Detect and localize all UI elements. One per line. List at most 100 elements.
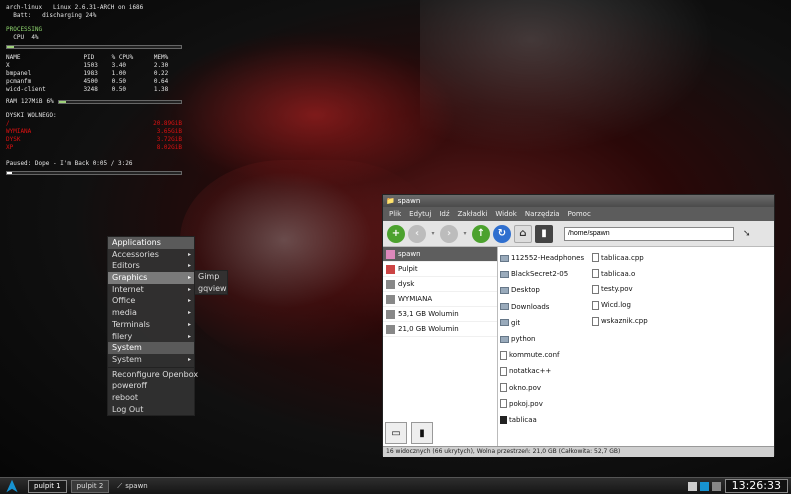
new-tab-icon[interactable]: +	[387, 224, 405, 243]
process-cpu: 0.50	[111, 86, 127, 93]
menubar-item[interactable]: Plik	[389, 210, 401, 218]
task-spawn[interactable]: ⟋ spawn	[113, 480, 673, 493]
file-item[interactable]: kommute.conf	[500, 347, 586, 363]
menubar-item[interactable]: Narzędzia	[525, 210, 560, 218]
cpu-line: CPU 4%	[6, 34, 182, 42]
menu-item[interactable]: media ▸	[108, 307, 194, 319]
back-icon[interactable]: ‹	[408, 224, 426, 243]
file-name: BlackSecret2-05	[511, 270, 569, 279]
menu-item[interactable]: reboot	[108, 392, 194, 404]
place-item[interactable]: WYMIANA	[383, 292, 497, 307]
menubar-item[interactable]: Idź	[439, 210, 449, 218]
menu-item[interactable]: filery ▸	[108, 331, 194, 343]
process-pid: 4500	[83, 78, 98, 85]
tray-battery-icon[interactable]	[711, 481, 721, 491]
forward-dropdown-icon[interactable]: ▾	[461, 230, 469, 237]
file-item[interactable]: git	[500, 315, 586, 331]
file-item[interactable]: python	[500, 331, 586, 347]
places-view-icon[interactable]: ▭	[385, 422, 407, 444]
menubar-item[interactable]: Widok	[495, 210, 517, 218]
file-icon	[592, 300, 599, 310]
menu-item[interactable]: Graphics ▸	[108, 272, 194, 284]
forward-icon[interactable]: ›	[440, 224, 458, 243]
up-icon[interactable]: ↑	[472, 224, 490, 243]
tray-update-icon[interactable]	[699, 481, 709, 491]
file-item[interactable]: tablicaa.o	[592, 266, 648, 282]
menubar-item[interactable]: Zakładki	[458, 210, 488, 218]
desktop-2-button[interactable]: pulpit 2	[70, 479, 110, 493]
disk-name: XP	[6, 144, 14, 151]
menu-item[interactable]: poweroff	[108, 380, 194, 392]
terminal-icon[interactable]: ▮	[535, 224, 553, 243]
place-item[interactable]: dysk	[383, 277, 497, 292]
file-item[interactable]: BlackSecret2-05	[500, 266, 586, 282]
file-item[interactable]: testy.pov	[592, 282, 648, 298]
file-name: okno.pov	[509, 383, 542, 392]
file-item[interactable]: notatkac++	[500, 363, 586, 379]
home-icon[interactable]: ⌂	[514, 224, 532, 243]
menu-item[interactable]: System ▸	[108, 354, 194, 366]
submenu-arrow-icon: ▸	[187, 262, 191, 270]
process-mem: 0.22	[153, 70, 169, 77]
conky-kernel: Linux 2.6.31-ARCH on i686	[52, 4, 144, 11]
cpu-bar-fill	[7, 46, 14, 48]
menu-item[interactable]: Terminals ▸	[108, 319, 194, 331]
clock[interactable]: 13:26:33	[724, 479, 788, 493]
window-body: spawn Pulpit dysk WYMIANA 53,1 GB Wolumin 21,…	[383, 247, 774, 446]
submenu-arrow-icon: ▸	[187, 355, 191, 363]
tree-view-icon[interactable]: ▮	[411, 422, 433, 444]
back-dropdown-icon[interactable]: ▾	[429, 230, 437, 237]
disk-row: / 20.89GiB	[6, 120, 182, 128]
menu-item-label: System	[112, 354, 142, 364]
file-item[interactable]: pokoj.pov	[500, 396, 586, 412]
menu-item[interactable]: Log Out	[108, 404, 194, 416]
place-item[interactable]: 53,1 GB Wolumin	[383, 307, 497, 322]
menu-item[interactable]: Internet ▸	[108, 284, 194, 296]
file-icon	[500, 350, 507, 360]
file-item[interactable]: Downloads	[500, 299, 586, 315]
file-item[interactable]: Desktop	[500, 282, 586, 298]
menubar-item[interactable]: Edytuj	[409, 210, 431, 218]
file-item[interactable]: tablicaa.cpp	[592, 250, 648, 266]
place-label: dysk	[398, 280, 415, 288]
file-item[interactable]: okno.pov	[500, 380, 586, 396]
go-icon[interactable]: ➘	[743, 229, 751, 239]
file-item[interactable]: wskaznik.cpp	[592, 313, 648, 329]
process-table: NAME PID % CPU% MEM% X 1503 3.40 2.30 bmpane…	[6, 54, 182, 94]
place-item[interactable]: Pulpit	[383, 262, 497, 277]
disk-name: DYSK	[6, 136, 21, 143]
ram-line: RAM 127MiB 6%	[6, 98, 182, 106]
root-menu: Applications Accessories ▸ Editors ▸ Graphics…	[107, 236, 198, 417]
submenu-item[interactable]: Gimp	[195, 271, 227, 283]
menubar-item[interactable]: Pomoc	[568, 210, 591, 218]
menu-item-label: System	[112, 343, 142, 353]
place-item[interactable]: spawn	[383, 247, 497, 262]
menu-item-label: poweroff	[112, 381, 147, 391]
tray-network-icon[interactable]	[687, 481, 697, 491]
file-name: Wicd.log	[601, 301, 631, 310]
path-input[interactable]	[564, 226, 734, 241]
desktop-icon	[386, 264, 395, 274]
menu-item-label: Applications	[112, 238, 161, 247]
place-label: spawn	[398, 250, 421, 258]
submenu-arrow-icon: ▸	[187, 250, 191, 258]
arch-logo-icon[interactable]	[0, 478, 24, 494]
wallpaper-glow	[150, 30, 480, 200]
submenu-arrow-icon: ▸	[187, 274, 191, 282]
submenu-item[interactable]: gqview	[195, 283, 227, 295]
file-item[interactable]: tablicaa	[500, 412, 586, 428]
menu-item[interactable]: Reconfigure Openbox	[108, 369, 198, 381]
file-item[interactable]: 112552-Headphones	[500, 250, 586, 266]
menu-item[interactable]: Office ▸	[108, 295, 194, 307]
disk-table: / 20.89GiB WYMIANA 3.65GiB DYSK 3.72GiB XP 8.02…	[6, 120, 182, 152]
menu-item[interactable]: Editors ▸	[108, 260, 194, 272]
menu-item[interactable]: Accessories ▸	[108, 249, 194, 261]
desktop-1-button[interactable]: pulpit 1	[28, 479, 67, 493]
process-row: wicd-client 3248 0.50 1.38	[6, 86, 182, 94]
window-titlebar[interactable]: 📁 spawn	[383, 195, 774, 207]
process-pid: 1983	[83, 70, 98, 77]
place-item[interactable]: 21,0 GB Wolumin	[383, 322, 497, 337]
file-name: notatkac++	[509, 367, 552, 376]
reload-icon[interactable]: ↻	[493, 224, 511, 243]
file-item[interactable]: Wicd.log	[592, 297, 648, 313]
